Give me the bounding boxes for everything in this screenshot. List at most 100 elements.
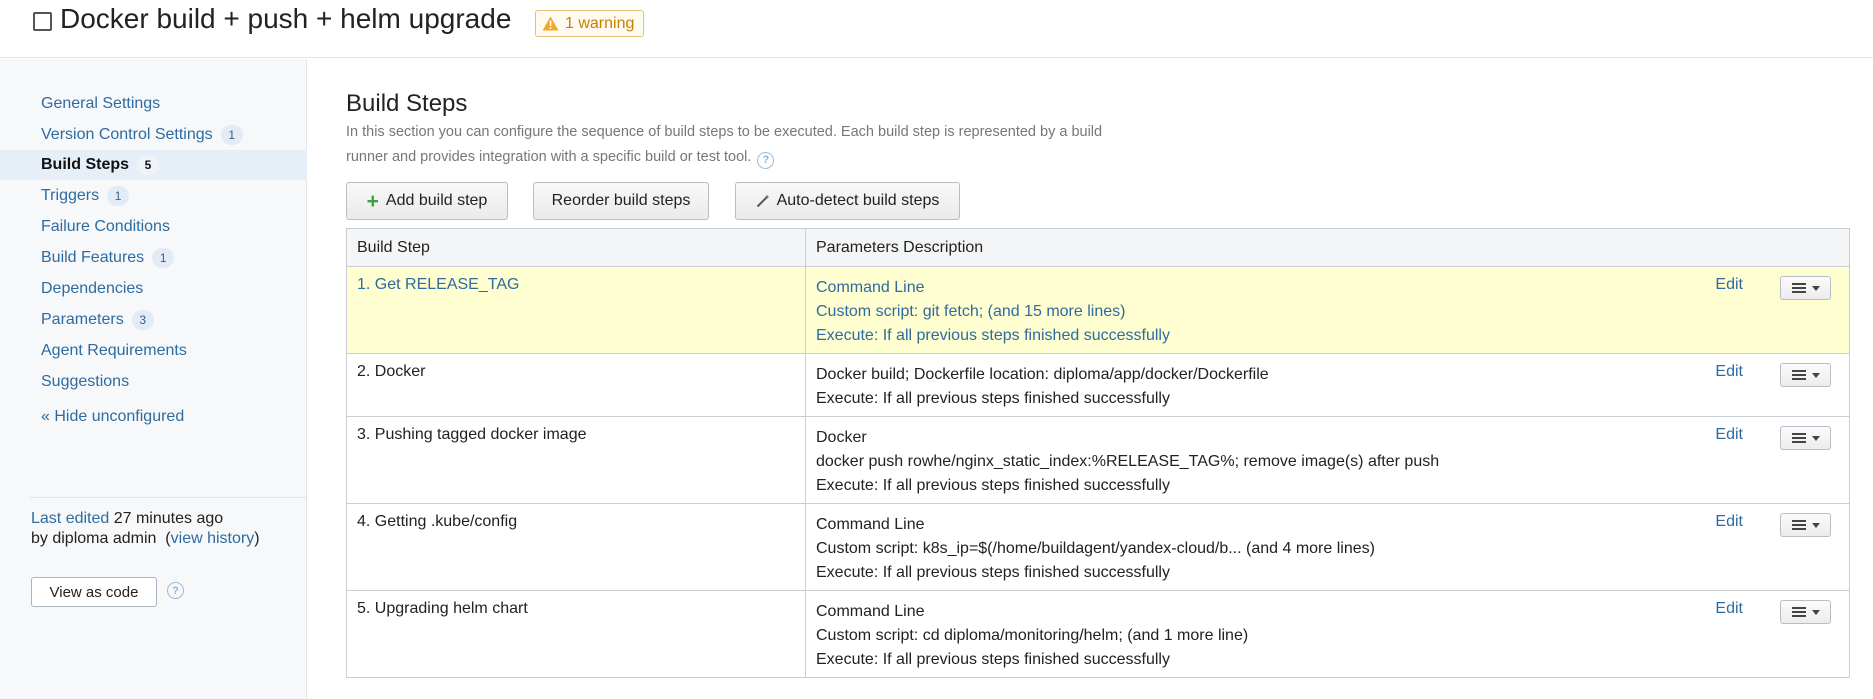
section-description: In this section you can configure the se… — [346, 120, 1126, 170]
step-name[interactable]: 2. Docker — [346, 353, 806, 417]
param-line: Command Line — [816, 603, 925, 620]
caret-down-icon — [1811, 435, 1820, 441]
param-line: Docker — [816, 429, 867, 446]
param-line: Custom script: git fetch; (and 15 more l… — [816, 303, 1126, 320]
sidebar-item-version-control-settings[interactable]: Version Control Settings 1 — [0, 120, 307, 150]
auto-detect-build-steps-button[interactable]: Auto-detect build steps — [735, 182, 960, 220]
sidebar-item-label: Dependencies — [41, 280, 144, 297]
warning-icon — [542, 16, 559, 31]
param-line: Docker build; Dockerfile location: diplo… — [816, 366, 1269, 383]
sidebar-item-label: Failure Conditions — [41, 218, 170, 235]
last-edited-by: by diploma admin — [31, 530, 157, 547]
step-params: Docker build; Dockerfile location: diplo… — [805, 353, 1850, 417]
sidebar-item-triggers[interactable]: Triggers 1 — [0, 181, 307, 211]
step-actions-menu-button[interactable] — [1780, 600, 1831, 624]
sidebar-item-label: Triggers — [41, 187, 100, 204]
caret-down-icon — [1811, 285, 1820, 291]
sidebar-item-build-steps[interactable]: Build Steps 5 — [0, 150, 307, 180]
column-header-parameters: Parameters Description — [805, 228, 1850, 267]
count-badge: 1 — [107, 186, 130, 206]
step-actions-menu-button[interactable] — [1780, 276, 1831, 300]
param-line: Execute: If all previous steps finished … — [816, 651, 1170, 668]
sidebar-item-label: Suggestions — [41, 373, 130, 390]
param-line: Custom script: k8s_ip=$(/home/buildagent… — [816, 540, 1375, 557]
column-header-build-step: Build Step — [346, 228, 806, 267]
view-as-code-button[interactable]: View as code — [31, 577, 157, 607]
edit-link[interactable]: Edit — [1715, 276, 1743, 294]
sidebar-item-agent-requirements[interactable]: Agent Requirements — [0, 336, 307, 366]
page-header: Docker build + push + helm upgrade 1 war… — [0, 0, 1873, 58]
edit-link[interactable]: Edit — [1715, 363, 1743, 381]
param-line: Execute: If all previous steps finished … — [816, 327, 1170, 344]
last-edited-info: Last edited 27 minutes ago by diploma ad… — [31, 510, 260, 547]
last-edited-time: 27 minutes ago — [113, 510, 224, 527]
sidebar-item-suggestions[interactable]: Suggestions — [0, 367, 307, 397]
warning-badge[interactable]: 1 warning — [535, 10, 645, 37]
step-params: Command Line Custom script: cd diploma/m… — [805, 590, 1850, 678]
help-icon[interactable]: ? — [757, 152, 775, 169]
table-row[interactable]: 5. Upgrading helm chart Command Line Cus… — [346, 590, 1850, 678]
count-badge: 1 — [152, 248, 175, 268]
edit-link[interactable]: Edit — [1715, 600, 1743, 618]
sidebar-divider — [30, 497, 307, 498]
sidebar: General Settings Version Control Setting… — [0, 59, 307, 699]
list-icon — [1791, 433, 1806, 443]
list-icon — [1791, 607, 1806, 617]
page-title: Docker build + push + helm upgrade — [60, 3, 512, 34]
sidebar-item-general-settings[interactable]: General Settings — [0, 89, 307, 119]
edit-link[interactable]: Edit — [1715, 426, 1743, 444]
sidebar-item-failure-conditions[interactable]: Failure Conditions — [0, 212, 307, 242]
step-name[interactable]: 5. Upgrading helm chart — [346, 590, 806, 678]
edit-link[interactable]: Edit — [1715, 513, 1743, 531]
step-actions-menu-button[interactable] — [1780, 426, 1831, 450]
sidebar-item-label: Build Steps — [41, 156, 130, 173]
step-actions-menu-button[interactable] — [1780, 513, 1831, 537]
param-line: Execute: If all previous steps finished … — [816, 477, 1170, 494]
sidebar-item-parameters[interactable]: Parameters 3 — [0, 305, 307, 335]
section-title: Build Steps — [346, 90, 468, 117]
table-row[interactable]: 3. Pushing tagged docker image Docker do… — [346, 416, 1850, 504]
step-name[interactable]: 4. Getting .kube/config — [346, 503, 806, 591]
reorder-build-steps-button[interactable]: Reorder build steps — [533, 182, 709, 220]
sidebar-item-label: Parameters — [41, 311, 124, 328]
view-history-link[interactable]: view history — [171, 530, 255, 547]
description-text: In this section you can configure the se… — [346, 124, 1103, 165]
magic-wand-icon — [756, 194, 770, 208]
param-line: docker push rowhe/nginx_static_index:%RE… — [816, 453, 1440, 470]
list-icon — [1791, 283, 1806, 293]
hide-unconfigured-link[interactable]: « Hide unconfigured — [41, 408, 184, 426]
sidebar-item-dependencies[interactable]: Dependencies — [0, 274, 307, 304]
step-name[interactable]: 1. Get RELEASE_TAG — [346, 266, 806, 354]
param-line: Command Line — [816, 516, 925, 533]
plus-icon: + — [366, 189, 379, 213]
table-header-row: Build Step Parameters Description — [346, 228, 1850, 267]
warning-text: 1 warning — [565, 14, 635, 32]
step-params: Docker docker push rowhe/nginx_static_in… — [805, 416, 1850, 504]
add-build-step-button[interactable]: + Add build step — [346, 182, 508, 220]
help-icon[interactable]: ? — [167, 582, 184, 599]
checkbox-icon[interactable] — [33, 12, 52, 31]
caret-down-icon — [1811, 522, 1820, 528]
param-line: Custom script: cd diploma/monitoring/hel… — [816, 627, 1249, 644]
last-edited-link[interactable]: Last edited — [31, 510, 109, 527]
add-build-step-label: Add build step — [385, 192, 488, 209]
list-icon — [1791, 520, 1806, 530]
table-row[interactable]: 1. Get RELEASE_TAG Command Line Custom s… — [346, 266, 1850, 354]
param-line: Command Line — [816, 279, 925, 296]
step-actions-menu-button[interactable] — [1780, 363, 1831, 387]
sidebar-item-build-features[interactable]: Build Features 1 — [0, 243, 307, 273]
param-line: Execute: If all previous steps finished … — [816, 390, 1170, 407]
sidebar-item-label: Build Features — [41, 249, 145, 266]
count-badge: 3 — [131, 310, 154, 330]
caret-down-icon — [1811, 609, 1820, 615]
step-name[interactable]: 3. Pushing tagged docker image — [346, 416, 806, 504]
table-row[interactable]: 4. Getting .kube/config Command Line Cus… — [346, 503, 1850, 591]
sidebar-item-label: Agent Requirements — [41, 342, 187, 359]
sidebar-item-label: Version Control Settings — [41, 126, 213, 143]
param-line: Execute: If all previous steps finished … — [816, 564, 1170, 581]
caret-down-icon — [1811, 372, 1820, 378]
reorder-build-steps-label: Reorder build steps — [551, 192, 691, 209]
step-params: Command Line Custom script: k8s_ip=$(/ho… — [805, 503, 1850, 591]
step-params: Command Line Custom script: git fetch; (… — [805, 266, 1850, 354]
table-row[interactable]: 2. Docker Docker build; Dockerfile locat… — [346, 353, 1850, 417]
